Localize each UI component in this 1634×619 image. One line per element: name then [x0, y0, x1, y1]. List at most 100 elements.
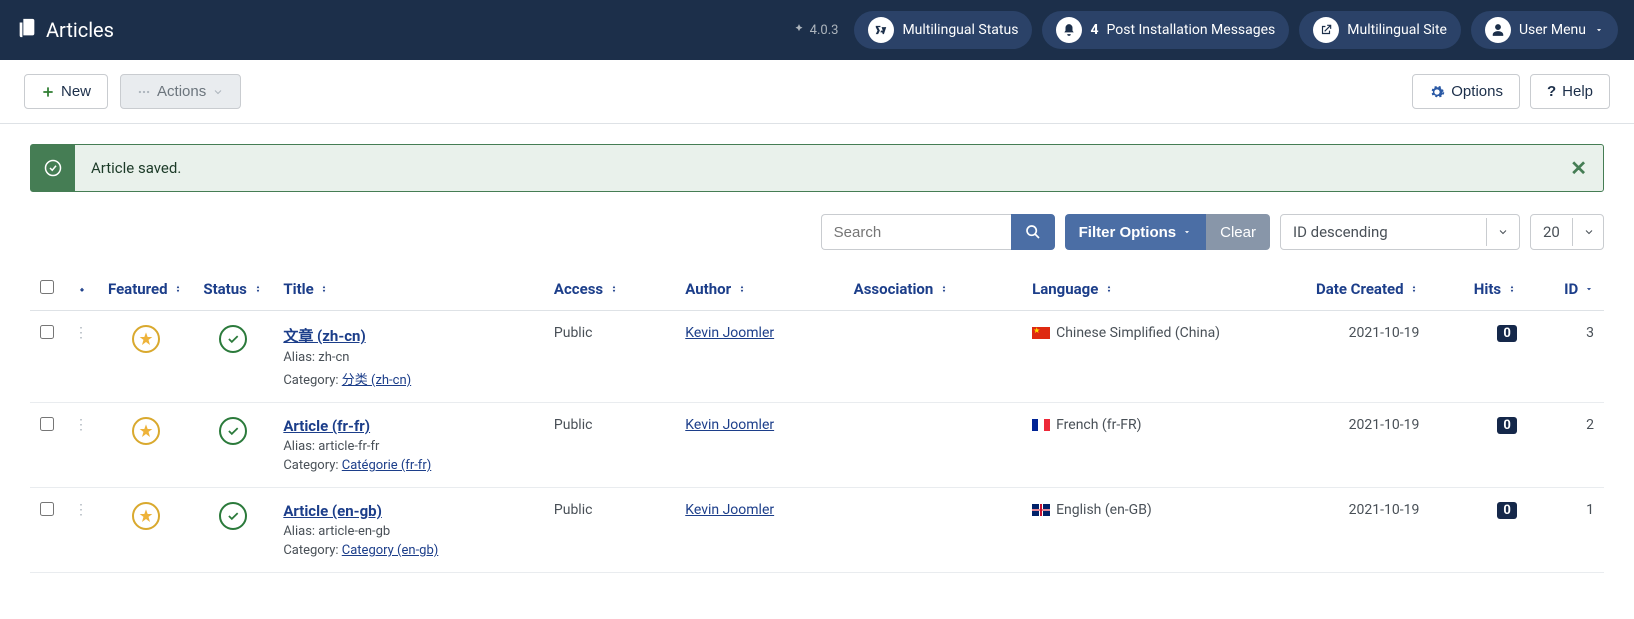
- association-value: [844, 488, 1022, 573]
- question-icon: ?: [1547, 83, 1556, 100]
- access-value: Public: [544, 488, 675, 573]
- flag-icon: [1032, 504, 1050, 516]
- featured-toggle[interactable]: [132, 325, 160, 353]
- flag-icon: [1032, 327, 1050, 339]
- limit-select[interactable]: 20: [1530, 214, 1604, 250]
- alert-close-button[interactable]: ✕: [1554, 145, 1603, 191]
- toolbar: New Actions Options ? Help: [0, 60, 1634, 124]
- actions-button[interactable]: Actions: [120, 74, 241, 109]
- post-install-button[interactable]: 4 Post Installation Messages: [1042, 11, 1289, 49]
- language-value: Chinese Simplified (China): [1022, 311, 1238, 403]
- new-button[interactable]: New: [24, 74, 108, 109]
- flag-icon: [1032, 419, 1050, 431]
- col-order[interactable]: [64, 268, 98, 311]
- content-area: Article saved. ✕ Filter Options Clear ID…: [0, 124, 1634, 593]
- chevron-down-icon: [1594, 25, 1604, 35]
- row-drag-handle[interactable]: ⋮: [64, 311, 98, 403]
- row-drag-handle[interactable]: ⋮: [64, 488, 98, 573]
- association-value: [844, 311, 1022, 403]
- row-checkbox[interactable]: [40, 325, 54, 339]
- col-date[interactable]: Date Created: [1239, 268, 1430, 311]
- hits-badge: 0: [1497, 325, 1516, 342]
- translate-icon: [868, 17, 894, 43]
- row-drag-handle[interactable]: ⋮: [64, 403, 98, 488]
- user-menu-button[interactable]: User Menu: [1471, 11, 1618, 49]
- hits-badge: 0: [1497, 502, 1516, 519]
- table-row: ⋮ 文章 (zh-cn) Alias: zh-cn Category: 分类 (…: [30, 311, 1604, 403]
- date-value: 2021-10-19: [1239, 311, 1430, 403]
- featured-toggle[interactable]: [132, 502, 160, 530]
- col-featured[interactable]: Featured: [98, 268, 193, 311]
- row-checkbox[interactable]: [40, 417, 54, 431]
- col-title[interactable]: Title: [273, 268, 544, 311]
- article-title-link[interactable]: 文章 (zh-cn): [283, 327, 365, 345]
- col-hits[interactable]: Hits: [1429, 268, 1527, 311]
- col-id[interactable]: ID: [1527, 268, 1604, 311]
- article-title-link[interactable]: Article (fr-fr): [283, 417, 370, 435]
- external-link-icon: [1313, 17, 1339, 43]
- col-association[interactable]: Association: [844, 268, 1022, 311]
- user-icon: [1485, 17, 1511, 43]
- check-circle-icon: [31, 145, 75, 191]
- articles-icon: [16, 17, 38, 44]
- search-button[interactable]: [1011, 214, 1055, 250]
- check-icon: [226, 424, 240, 438]
- article-title-link[interactable]: Article (en-gb): [283, 502, 382, 520]
- success-alert: Article saved. ✕: [30, 144, 1604, 192]
- chevron-down-icon: [1572, 218, 1605, 246]
- article-alias: Alias: zh-cn: [283, 350, 534, 365]
- select-all-checkbox[interactable]: [40, 280, 54, 294]
- col-author[interactable]: Author: [675, 268, 843, 311]
- multilingual-status-button[interactable]: Multilingual Status: [854, 11, 1032, 49]
- article-alias: Alias: article-fr-fr: [283, 439, 534, 454]
- association-value: [844, 403, 1022, 488]
- id-value: 3: [1527, 311, 1604, 403]
- caret-down-icon: [1182, 227, 1192, 237]
- search-icon: [1025, 224, 1041, 240]
- sort-select[interactable]: ID descending: [1280, 214, 1520, 250]
- col-language[interactable]: Language: [1022, 268, 1238, 311]
- featured-toggle[interactable]: [132, 417, 160, 445]
- table-row: ⋮ Article (en-gb) Alias: article-en-gb C…: [30, 488, 1604, 573]
- status-toggle[interactable]: [219, 417, 247, 445]
- col-status[interactable]: Status: [193, 268, 273, 311]
- row-checkbox[interactable]: [40, 502, 54, 516]
- joomla-version: 4.0.3: [792, 23, 839, 38]
- plus-icon: [41, 85, 55, 99]
- filter-options-button[interactable]: Filter Options: [1065, 214, 1207, 250]
- col-access[interactable]: Access: [544, 268, 675, 311]
- page-title-text: Articles: [46, 18, 114, 42]
- hits-badge: 0: [1497, 417, 1516, 434]
- date-value: 2021-10-19: [1239, 488, 1430, 573]
- author-link[interactable]: Kevin Joomler: [685, 325, 774, 341]
- search-input[interactable]: [821, 214, 1011, 250]
- gear-icon: [1429, 84, 1445, 100]
- page-title: Articles: [16, 17, 114, 44]
- category-link[interactable]: Category (en-gb): [342, 543, 439, 558]
- alert-message: Article saved.: [75, 145, 1554, 191]
- articles-table: Featured Status Title Access Author Asso…: [30, 268, 1604, 573]
- article-category: Category: Catégorie (fr-fr): [283, 458, 534, 473]
- help-button[interactable]: ? Help: [1530, 74, 1610, 109]
- access-value: Public: [544, 403, 675, 488]
- article-category: Category: Category (en-gb): [283, 543, 534, 558]
- chevron-down-icon: [1486, 218, 1519, 246]
- author-link[interactable]: Kevin Joomler: [685, 502, 774, 518]
- top-header: Articles 4.0.3 Multilingual Status 4 Pos…: [0, 0, 1634, 60]
- article-alias: Alias: article-en-gb: [283, 524, 534, 539]
- article-category: Category: 分类 (zh-cn): [283, 369, 534, 388]
- language-value: English (en-GB): [1022, 488, 1238, 573]
- category-link[interactable]: 分类 (zh-cn): [342, 373, 411, 388]
- chevron-down-icon: [212, 86, 224, 98]
- id-value: 2: [1527, 403, 1604, 488]
- category-link[interactable]: Catégorie (fr-fr): [342, 458, 432, 473]
- clear-button[interactable]: Clear: [1206, 214, 1270, 250]
- id-value: 1: [1527, 488, 1604, 573]
- options-button[interactable]: Options: [1412, 74, 1520, 109]
- author-link[interactable]: Kevin Joomler: [685, 417, 774, 433]
- status-toggle[interactable]: [219, 502, 247, 530]
- check-icon: [226, 332, 240, 346]
- multilingual-site-button[interactable]: Multilingual Site: [1299, 11, 1461, 49]
- header-right: 4.0.3 Multilingual Status 4 Post Install…: [792, 11, 1618, 49]
- status-toggle[interactable]: [219, 325, 247, 353]
